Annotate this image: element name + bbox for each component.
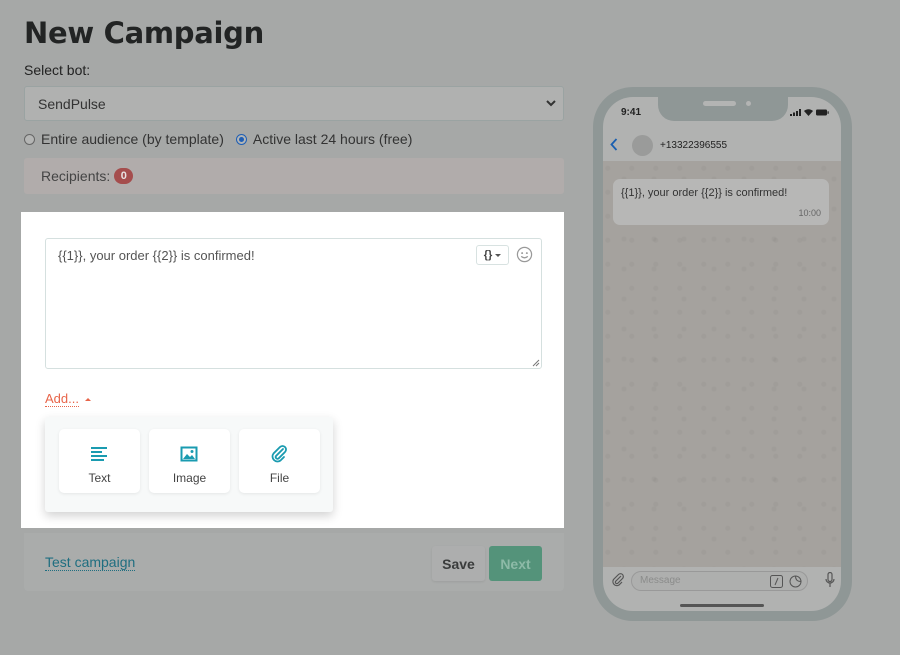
command-icon[interactable] [770, 575, 783, 588]
camera [746, 101, 751, 106]
braces-icon: {} [483, 249, 493, 261]
add-image-label: Image [172, 471, 207, 485]
signal-icon [790, 109, 801, 116]
add-content-link[interactable]: Add... [45, 391, 79, 407]
chat-area: {{1}}, your order {{2}} is confirmed! 10… [603, 161, 841, 567]
footer-bar: Test campaign Save Next [24, 533, 564, 591]
page-title: New Campaign [24, 16, 264, 50]
next-button[interactable]: Next [489, 546, 542, 581]
home-indicator [680, 604, 764, 607]
radio-active-24h[interactable]: Active last 24 hours (free) [235, 131, 413, 147]
speaker [703, 101, 736, 106]
paperclip-icon [271, 445, 287, 463]
attach-icon[interactable] [611, 573, 625, 588]
radio-button[interactable] [235, 133, 247, 145]
radio-button[interactable] [24, 133, 35, 145]
message-input[interactable]: Message [631, 571, 808, 591]
microphone-icon[interactable] [825, 572, 835, 588]
resize-handle[interactable] [531, 358, 540, 367]
add-file-option[interactable]: File [239, 429, 320, 493]
battery-icon [816, 109, 829, 116]
recipients-bar: Recipients: 0 [24, 158, 564, 194]
bot-select[interactable]: SendPulse [24, 86, 564, 121]
add-text-label: Text [88, 471, 111, 485]
phone-preview: 9:41 +13322396555 {{1}}, your order {{2}… [593, 87, 852, 621]
bot-select-value: SendPulse [38, 95, 106, 112]
message-text: {{1}}, your order {{2}} is confirmed! [58, 248, 255, 263]
caret-down-icon [495, 253, 502, 257]
status-time: 9:41 [621, 107, 642, 118]
caret-up-icon [85, 398, 91, 401]
sticker-icon[interactable] [789, 575, 802, 588]
chevron-down-icon [546, 100, 556, 107]
add-image-option[interactable]: Image [149, 429, 230, 493]
test-campaign-link[interactable]: Test campaign [45, 554, 136, 571]
image-icon [180, 446, 198, 462]
recipients-count-badge: 0 [114, 168, 134, 184]
radio-entire-audience[interactable]: Entire audience (by template) [24, 131, 224, 147]
bubble-time: 10:00 [798, 208, 821, 218]
wifi-icon [804, 109, 813, 116]
phone-notch [658, 97, 788, 121]
back-arrow-icon[interactable] [610, 138, 618, 151]
audience-radio-group: Entire audience (by template) Active las… [24, 131, 412, 147]
chat-input-bar: Message [603, 567, 841, 597]
message-textarea[interactable]: {{1}}, your order {{2}} is confirmed! {} [45, 238, 542, 369]
save-button[interactable]: Save [432, 546, 485, 581]
contact-avatar [632, 135, 653, 156]
add-content-menu: Text Image File [45, 417, 333, 512]
add-text-option[interactable]: Text [59, 429, 140, 493]
message-placeholder: Message [640, 575, 681, 586]
message-bubble: {{1}}, your order {{2}} is confirmed! 10… [613, 179, 829, 225]
chat-header: +13322396555 [603, 127, 841, 161]
message-editor-panel: {{1}}, your order {{2}} is confirmed! {}… [21, 212, 564, 528]
radio-label: Entire audience (by template) [41, 131, 224, 147]
radio-label: Active last 24 hours (free) [252, 131, 413, 147]
select-bot-label: Select bot: [24, 62, 91, 78]
contact-number: +13322396555 [660, 140, 728, 151]
status-icons [790, 109, 829, 116]
bubble-text: {{1}}, your order {{2}} is confirmed! [621, 187, 788, 199]
add-file-label: File [269, 471, 290, 485]
text-lines-icon [91, 447, 107, 461]
phone-screen: 9:41 +13322396555 {{1}}, your order {{2}… [603, 97, 841, 611]
emoji-icon[interactable] [516, 246, 533, 263]
recipients-label: Recipients: [41, 168, 111, 184]
variables-dropdown-button[interactable]: {} [476, 245, 509, 265]
